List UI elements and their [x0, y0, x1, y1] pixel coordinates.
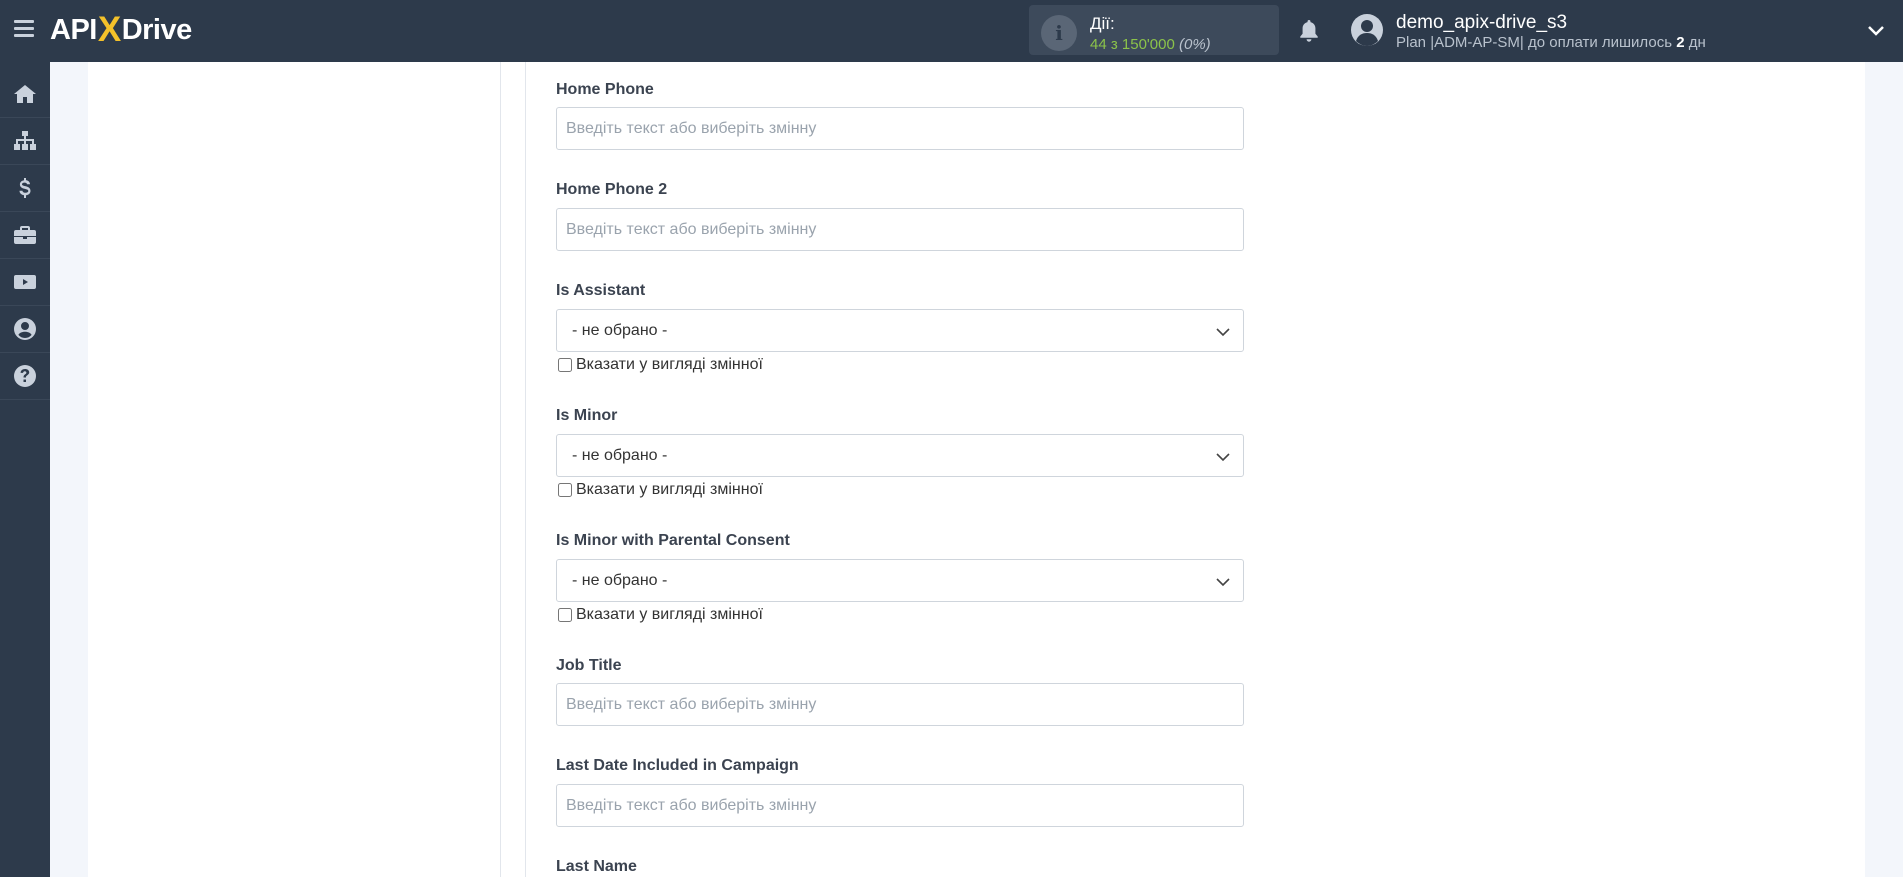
user-circle-icon: [14, 318, 36, 340]
is-minor-variable-checkbox-row[interactable]: Вказати у вигляді змінної: [558, 481, 763, 499]
home-icon: [14, 85, 36, 103]
last-date-campaign-input[interactable]: [556, 784, 1244, 827]
job-title-input[interactable]: [556, 683, 1244, 726]
sidebar-item-billing[interactable]: [0, 165, 50, 212]
home-phone-input[interactable]: [556, 107, 1244, 150]
actions-count-value: 44 з 150'000: [1090, 36, 1175, 53]
user-plan-text: Plan |ADM-AP-SM| до оплати лишилось: [1396, 34, 1673, 51]
sidebar: [0, 62, 50, 877]
is-assistant-selected: - не обрано -: [572, 322, 668, 339]
is-minor-variable-checkbox[interactable]: [558, 483, 572, 497]
info-icon: i: [1041, 15, 1077, 51]
sidebar-item-videos[interactable]: [0, 259, 50, 306]
is-minor-parental-select[interactable]: - не обрано -: [556, 559, 1244, 602]
user-name[interactable]: demo_apix-drive_s3: [1396, 12, 1567, 34]
sidebar-item-connections[interactable]: [0, 118, 50, 165]
logo-text-right: Drive: [121, 13, 193, 46]
chevron-down-icon: [1216, 578, 1230, 587]
left-panel: [88, 62, 501, 877]
actions-label: Дії:: [1090, 14, 1115, 33]
last-date-campaign-label: Last Date Included in Campaign: [556, 757, 799, 774]
sitemap-icon: [14, 131, 36, 150]
is-assistant-select[interactable]: - не обрано -: [556, 309, 1244, 352]
user-avatar-icon[interactable]: [1350, 13, 1384, 47]
is-minor-parental-variable-checkbox[interactable]: [558, 608, 572, 622]
chevron-down-icon: [1216, 453, 1230, 462]
briefcase-icon: [14, 226, 36, 244]
is-minor-parental-label: Is Minor with Parental Consent: [556, 532, 790, 549]
home-phone-label: Home Phone: [556, 81, 654, 98]
user-plan-days: 2: [1676, 34, 1685, 51]
bell-icon[interactable]: [1298, 18, 1320, 44]
is-minor-variable-label: Вказати у вигляді змінної: [576, 481, 763, 498]
is-minor-parental-variable-checkbox-row[interactable]: Вказати у вигляді змінної: [558, 606, 763, 624]
sidebar-item-help[interactable]: [0, 353, 50, 400]
logo-text-left: API: [50, 13, 97, 46]
logo-x: X: [97, 10, 121, 49]
sidebar-item-tools[interactable]: [0, 212, 50, 259]
actions-percent: (0%): [1179, 36, 1211, 53]
is-minor-parental-variable-label: Вказати у вигляді змінної: [576, 606, 763, 623]
apix-drive-logo[interactable]: API X Drive: [50, 10, 192, 50]
is-assistant-variable-checkbox-row[interactable]: Вказати у вигляді змінної: [558, 356, 763, 374]
last-name-label: Last Name: [556, 858, 637, 875]
actions-count: 44 з 150'000 (0%): [1090, 36, 1211, 53]
dollar-icon: [19, 178, 31, 198]
home-phone-2-label: Home Phone 2: [556, 181, 668, 198]
actions-counter: i Дії: 44 з 150'000 (0%): [1029, 5, 1279, 55]
user-plan-suffix: дн: [1688, 34, 1706, 51]
chevron-down-icon: [1216, 328, 1230, 337]
is-assistant-label: Is Assistant: [556, 282, 646, 299]
chevron-down-icon[interactable]: [1867, 22, 1885, 40]
menu-icon[interactable]: [14, 20, 34, 38]
top-bar: API X Drive i Дії: 44 з 150'000 (0%) demo_…: [0, 0, 1903, 62]
is-assistant-variable-label: Вказати у вигляді змінної: [576, 356, 763, 373]
sidebar-item-home[interactable]: [0, 71, 50, 118]
is-minor-parental-selected: - не обрано -: [572, 572, 668, 589]
is-minor-selected: - не обрано -: [572, 447, 668, 464]
is-assistant-variable-checkbox[interactable]: [558, 358, 572, 372]
user-plan: Plan |ADM-AP-SM| до оплати лишилось 2 дн: [1396, 34, 1706, 51]
help-icon: [14, 365, 36, 387]
is-minor-select[interactable]: - не обрано -: [556, 434, 1244, 477]
sidebar-item-account[interactable]: [0, 306, 50, 353]
youtube-icon: [14, 275, 36, 289]
job-title-label: Job Title: [556, 657, 622, 674]
home-phone-2-input[interactable]: [556, 208, 1244, 251]
is-minor-label: Is Minor: [556, 407, 618, 424]
